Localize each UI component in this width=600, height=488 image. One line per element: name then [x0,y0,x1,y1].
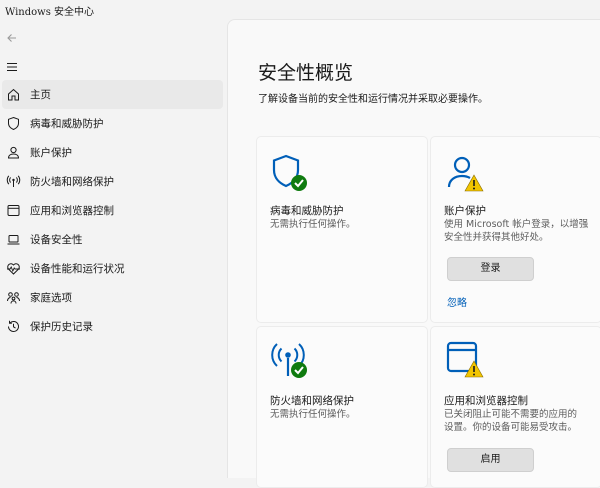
card-title: 应用和浏览器控制 [444,395,528,407]
main-panel: 安全性概览 了解设备当前的安全性和运行情况并采取必要操作。 病毒和威胁防护 无需… [227,19,600,488]
home-icon [6,87,21,102]
sidebar-item-history[interactable]: 保护历史记录 [2,312,224,341]
card-description: 无需执行任何操作。 [270,219,356,230]
card-description: 设置。你的设备可能易受攻击。 [444,422,578,433]
person-icon [6,145,21,160]
sidebar-item-home[interactable]: 主页 [2,80,223,109]
card-description: 使用 Microsoft 帐户登录，以增强 [444,219,589,230]
sidebar-item-label: 设备性能和运行状况 [30,263,125,275]
sidebar-item-app-browser[interactable]: 应用和浏览器控制 [2,196,224,225]
sidebar-item-family[interactable]: 家庭选项 [2,283,224,312]
sidebar-item-device-health[interactable]: 设备性能和运行状况 [2,254,224,283]
window-title: Windows 安全中心 [5,7,95,18]
menu-icon[interactable] [5,59,19,73]
app-window-icon [6,203,21,218]
card-virus-protection[interactable]: 病毒和威胁防护 无需执行任何操作。 [256,136,428,323]
sidebar-item-label: 账户保护 [30,147,72,159]
sidebar-item-account[interactable]: 账户保护 [2,138,224,167]
shield-icon [6,116,21,131]
sidebar-item-label: 病毒和威胁防护 [30,118,104,130]
page-subtitle: 了解设备当前的安全性和运行情况并采取必要操作。 [258,94,488,105]
dismiss-link[interactable]: 忽略 [447,294,467,309]
card-description: 安全性并获得其他好处。 [444,232,549,243]
laptop-icon [6,232,21,247]
antenna-icon [6,174,21,189]
person-warning-icon [444,153,484,192]
sidebar-item-label: 设备安全性 [30,234,83,246]
card-title: 防火墙和网络保护 [270,395,354,407]
page-title: 安全性概览 [258,62,354,84]
sidebar-item-firewall[interactable]: 防火墙和网络保护 [2,167,224,196]
family-icon [6,290,21,305]
card-title: 账户保护 [444,205,486,217]
antenna-check-icon [270,339,308,378]
shield-check-icon [270,153,308,191]
sidebar: 主页 病毒和威胁防护 账户保护 防火墙和网络保护 应用和浏览器控制 设备安全性 [0,80,226,341]
card-description: 已关闭阻止可能不需要的应用的 [444,409,578,420]
sidebar-item-device-security[interactable]: 设备安全性 [2,225,224,254]
sign-in-button[interactable]: 登录 [447,257,534,281]
card-title: 病毒和威胁防护 [270,205,344,217]
card-description: 无需执行任何操作。 [270,409,356,420]
card-firewall[interactable]: 防火墙和网络保护 无需执行任何操作。 [256,326,428,488]
card-account-protection[interactable]: 账户保护 使用 Microsoft 帐户登录，以增强 安全性并获得其他好处。 登… [430,136,600,323]
back-arrow-icon[interactable] [5,30,19,44]
sidebar-item-label: 主页 [30,89,51,101]
heart-pulse-icon [6,261,21,276]
card-app-browser-control[interactable]: 应用和浏览器控制 已关闭阻止可能不需要的应用的 设置。你的设备可能易受攻击。 启… [430,326,600,488]
turn-on-button[interactable]: 启用 [447,448,534,472]
title-bar: Windows 安全中心 [0,0,600,20]
history-icon [6,319,21,334]
sidebar-item-virus-protection[interactable]: 病毒和威胁防护 [2,109,224,138]
sidebar-item-label: 保护历史记录 [30,321,93,333]
app-window-warning-icon [444,339,484,378]
sidebar-item-label: 家庭选项 [30,292,72,304]
sidebar-item-label: 应用和浏览器控制 [30,205,114,217]
sidebar-item-label: 防火墙和网络保护 [30,176,114,188]
